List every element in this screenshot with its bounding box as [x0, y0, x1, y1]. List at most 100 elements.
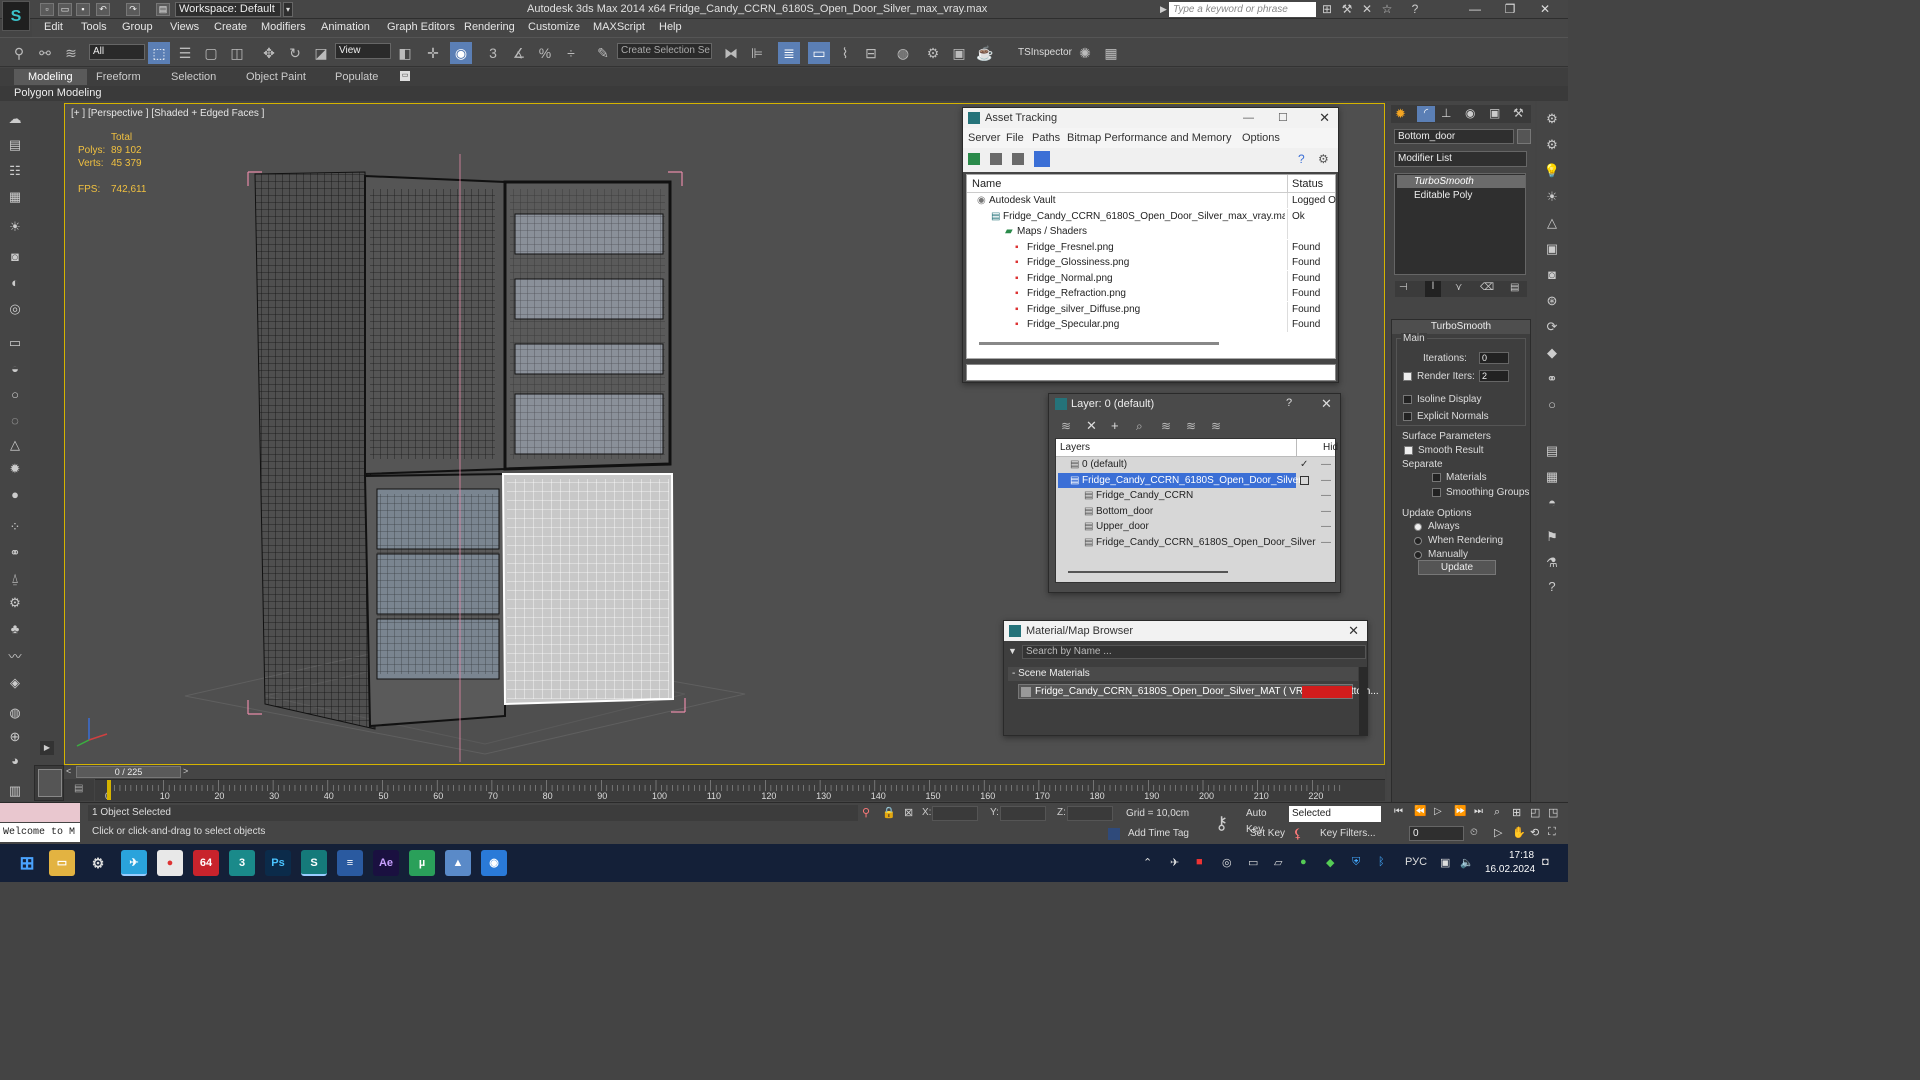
notification-icon[interactable]: ◘: [1542, 856, 1549, 868]
smoothing-groups-checkbox[interactable]: [1432, 488, 1441, 497]
wand-icon[interactable]: ⚗: [1542, 553, 1562, 573]
set-key-button[interactable]: Set Key: [1250, 826, 1290, 842]
material-item[interactable]: Fridge_Candy_CCRN_6180S_Open_Door_Silver…: [1018, 684, 1379, 699]
track-bar-toggle[interactable]: [38, 769, 62, 797]
layer-row[interactable]: ▤ Fridge_Candy_CCRN_6180S_Open_Door_Silve…: [1056, 472, 1335, 489]
frame-indicator[interactable]: 0 / 225: [76, 766, 181, 778]
when-rendering-radio[interactable]: [1414, 537, 1422, 545]
menu-rendering[interactable]: Rendering: [464, 21, 515, 33]
materials-checkbox[interactable]: [1432, 473, 1441, 482]
select-by-name-icon[interactable]: ☰: [174, 42, 196, 64]
close-icon[interactable]: ✕: [1530, 1, 1560, 18]
prev-key-icon[interactable]: ⏪: [1414, 806, 1426, 817]
reference-coord-dropdown[interactable]: View: [335, 43, 391, 59]
update-button[interactable]: Update: [1418, 560, 1496, 575]
compass-icon[interactable]: ⊕: [5, 727, 25, 747]
window-crossing-icon[interactable]: ◫: [226, 42, 248, 64]
selection-filter-dropdown[interactable]: All: [89, 44, 145, 60]
menu-edit[interactable]: Edit: [44, 21, 63, 33]
y-coord-field[interactable]: [1000, 806, 1046, 821]
fov-icon[interactable]: ▷: [1494, 826, 1502, 839]
menu-help[interactable]: Help: [659, 21, 682, 33]
horizontal-scrollbar[interactable]: [1068, 571, 1228, 573]
always-radio[interactable]: [1414, 523, 1422, 531]
environment-icon[interactable]: ⚑: [1542, 527, 1562, 547]
camera-icon[interactable]: ◙: [5, 247, 25, 267]
proxy-icon[interactable]: ⊛: [1542, 291, 1562, 311]
layer-titlebar[interactable]: Layer: 0 (default) ? ✕: [1049, 394, 1340, 414]
tray-telegram-icon[interactable]: ✈: [1170, 856, 1179, 869]
layer-help[interactable]: ?: [1286, 397, 1292, 409]
subscription-icon[interactable]: ⚒: [1340, 2, 1354, 16]
refresh-icon[interactable]: [968, 153, 980, 165]
isoline-checkbox[interactable]: [1403, 395, 1412, 404]
hide-toggle-icon[interactable]: —: [1321, 473, 1331, 488]
stack-item-editable-poly[interactable]: Editable Poly: [1397, 189, 1525, 202]
pan-icon[interactable]: ✋: [1512, 826, 1526, 839]
hide-toggle-icon[interactable]: —: [1321, 457, 1331, 472]
scene-materials-header[interactable]: - Scene Materials: [1008, 667, 1358, 681]
light-bulb-icon[interactable]: 💡: [1542, 161, 1562, 181]
list-view-icon[interactable]: [990, 153, 1002, 165]
geosphere-icon[interactable]: ●: [5, 485, 25, 505]
asset-row[interactable]: ▪ Fridge_silver_Diffuse.png Found: [967, 301, 1335, 318]
set-key-mode-icon[interactable]: ⚷: [1215, 813, 1228, 834]
table-view-icon[interactable]: [1034, 151, 1050, 167]
redo-icon[interactable]: ↷: [126, 3, 140, 16]
tray-nvidia-icon[interactable]: ◆: [1326, 856, 1334, 869]
layer-row[interactable]: ▤ 0 (default) ✓ —: [1056, 457, 1335, 473]
tray-defender-icon[interactable]: ⛨: [1352, 856, 1360, 869]
time-slider-head[interactable]: [107, 780, 111, 800]
next-frame-icon[interactable]: >: [183, 766, 188, 776]
chrome-icon[interactable]: ●: [157, 850, 183, 876]
scale-icon[interactable]: ◪: [310, 42, 332, 64]
lock-icon[interactable]: 🔒: [882, 806, 896, 819]
utilities-tab-icon[interactable]: ⚒: [1513, 106, 1524, 120]
helper-icon[interactable]: ◐: [5, 273, 25, 293]
globe-icon[interactable]: ◍: [5, 703, 25, 723]
tray-record-icon[interactable]: ■: [1196, 856, 1203, 868]
utorrent-icon[interactable]: µ: [409, 850, 435, 876]
add-to-layer-icon[interactable]: +: [1111, 418, 1119, 433]
display-tab-icon[interactable]: ▣: [1489, 106, 1500, 120]
tab-modeling[interactable]: Modeling: [14, 69, 87, 85]
menu-file[interactable]: File: [1006, 132, 1024, 144]
column-layers[interactable]: Layers: [1060, 442, 1090, 453]
layer-row[interactable]: ▤ Bottom_door —: [1056, 504, 1335, 520]
freeze-all-icon[interactable]: ≋: [1211, 419, 1221, 433]
bones-icon[interactable]: ⍙: [5, 569, 25, 589]
asset-row[interactable]: ◉ Autodesk Vault Logged O: [967, 193, 1336, 209]
grid-icon[interactable]: ▦: [5, 187, 25, 207]
spinner-snap-icon[interactable]: ÷: [560, 42, 582, 64]
communication-icon[interactable]: ✕: [1360, 2, 1374, 16]
minimize-icon[interactable]: —: [1243, 108, 1254, 128]
physics-icon[interactable]: ◕: [5, 751, 25, 771]
time-ruler[interactable]: 0102030405060708090100110120130140150160…: [95, 779, 1385, 801]
asset-row[interactable]: ▪ Fridge_Fresnel.png Found: [967, 239, 1335, 256]
asset-row[interactable]: ▪ Fridge_Normal.png Found: [967, 270, 1335, 287]
pivot-center-icon[interactable]: ◧: [394, 42, 416, 64]
asset-row[interactable]: ▪ Fridge_Refraction.png Found: [967, 286, 1335, 302]
layer-row[interactable]: ▤ Fridge_Candy_CCRN —: [1056, 488, 1335, 504]
iterations-spinner[interactable]: 0: [1479, 352, 1509, 364]
mesh-icon[interactable]: ◆: [1542, 343, 1562, 363]
explicit-normals-checkbox[interactable]: [1403, 412, 1412, 421]
column-status[interactable]: Status: [1292, 178, 1323, 190]
rollout-title[interactable]: TurboSmooth: [1392, 320, 1530, 334]
thumbnail-icon[interactable]: [1012, 153, 1024, 165]
play-icon[interactable]: ▶: [1160, 4, 1167, 15]
tab-object-paint[interactable]: Object Paint: [232, 69, 320, 85]
material-browser-titlebar[interactable]: Material/Map Browser ✕: [1004, 621, 1367, 641]
auto-key-button[interactable]: Auto Key: [1246, 806, 1286, 835]
light-icon[interactable]: ☀: [5, 217, 25, 237]
menu-group[interactable]: Group: [122, 21, 153, 33]
trash-icon[interactable]: ▥: [5, 781, 25, 801]
polygon-modeling-label[interactable]: Polygon Modeling: [14, 87, 101, 99]
maximize-icon[interactable]: ☐: [1278, 108, 1288, 128]
x-coord-field[interactable]: [932, 806, 978, 821]
vray-icon[interactable]: ⚙: [1542, 135, 1562, 155]
graphite-toggle-icon[interactable]: ▭: [808, 42, 830, 64]
material-search-input[interactable]: Search by Name ...: [1022, 645, 1366, 659]
lightbulb-outline-icon[interactable]: ○: [1542, 395, 1562, 415]
link-icon[interactable]: ⚲: [8, 42, 30, 64]
